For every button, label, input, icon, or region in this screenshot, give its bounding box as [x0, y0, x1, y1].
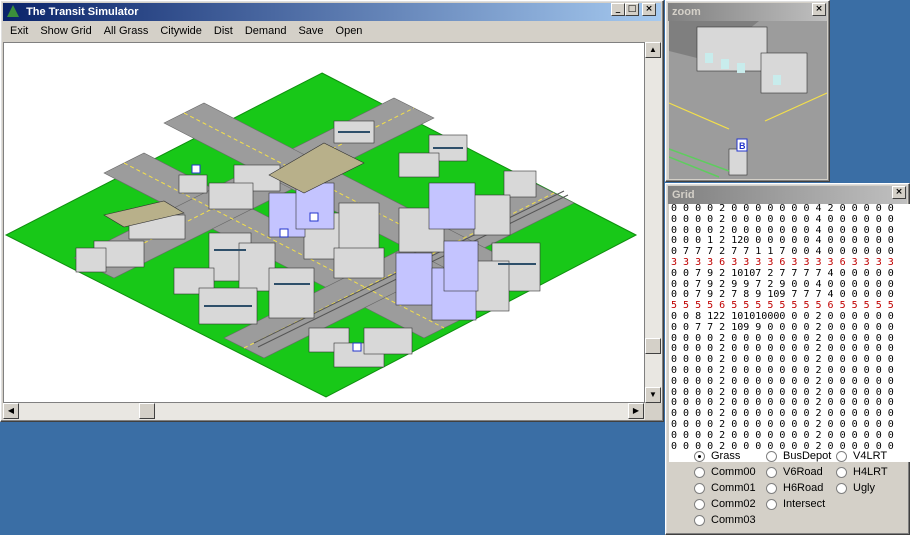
- grid-title-bar[interactable]: Grid: [668, 186, 907, 204]
- radio-h6road[interactable]: H6Road: [766, 482, 823, 494]
- maximize-button[interactable]: □: [625, 3, 639, 16]
- radio-button-icon[interactable]: [836, 450, 847, 462]
- radio-label: V6Road: [783, 466, 823, 478]
- radio-button-icon[interactable]: [694, 498, 705, 510]
- horizontal-scrollbar[interactable]: ◀ ▶: [3, 403, 645, 420]
- menu-all-grass[interactable]: All Grass: [98, 22, 155, 41]
- menu-save[interactable]: Save: [292, 22, 329, 41]
- radio-grass[interactable]: Grass: [694, 450, 740, 462]
- menu-open[interactable]: Open: [330, 22, 369, 41]
- radio-label: Comm03: [711, 514, 756, 526]
- app-icon: [7, 5, 19, 17]
- radio-label: H4LRT: [853, 466, 888, 478]
- tile-type-radio-group: Grass Comm00 Comm01 Comm02 Comm03 BusDep…: [666, 448, 910, 534]
- radio-comm02[interactable]: Comm02: [694, 498, 756, 510]
- radio-comm03[interactable]: Comm03: [694, 514, 756, 526]
- grid-window: Grid × 0 0 0 0 2 0 0 0 0 0 0 0 4 2 0 0 0…: [665, 183, 910, 535]
- zoom-map[interactable]: B: [669, 21, 827, 179]
- window-title: The Transit Simulator: [26, 6, 139, 18]
- isometric-city-map[interactable]: [4, 43, 644, 402]
- menu-exit[interactable]: Exit: [4, 22, 34, 41]
- radio-button-icon[interactable]: [694, 450, 705, 462]
- grid-row: 0 0 0 0 2 0 0 0 0 0 0 0 4 0 0 0 0 0 0: [671, 213, 894, 225]
- radio-button-icon[interactable]: [766, 466, 777, 478]
- zoom-title: zoom: [672, 6, 701, 18]
- zoom-close-button[interactable]: ×: [812, 3, 826, 16]
- menu-bar: Exit Show Grid All Grass Citywide Dist D…: [4, 22, 660, 41]
- grid-row: 0 0 7 7 2 109 9 0 0 0 0 2 0 0 0 0 0 0: [671, 321, 894, 333]
- radio-label: Comm01: [711, 482, 756, 494]
- zoom-title-bar[interactable]: zoom: [668, 3, 827, 21]
- scrollbar-corner: [645, 403, 662, 420]
- radio-button-icon[interactable]: [694, 466, 705, 478]
- scroll-up-icon[interactable]: ▲: [645, 42, 661, 58]
- minimize-button[interactable]: _: [611, 3, 625, 16]
- menu-demand[interactable]: Demand: [239, 22, 293, 41]
- radio-button-icon[interactable]: [766, 450, 777, 462]
- radio-comm01[interactable]: Comm01: [694, 482, 756, 494]
- scroll-left-icon[interactable]: ◀: [3, 403, 19, 419]
- radio-label: Comm02: [711, 498, 756, 510]
- zoom-view[interactable]: B: [669, 21, 827, 179]
- radio-button-icon[interactable]: [694, 514, 705, 526]
- radio-intersect[interactable]: Intersect: [766, 498, 825, 510]
- close-button[interactable]: ×: [642, 3, 656, 16]
- main-title-bar[interactable]: The Transit Simulator: [3, 3, 661, 21]
- radio-button-icon[interactable]: [766, 482, 777, 494]
- grid-row: 0 0 7 9 2 10107 2 7 7 7 7 4 0 0 0 0 0: [671, 267, 894, 279]
- radio-button-icon[interactable]: [766, 498, 777, 510]
- radio-button-icon[interactable]: [836, 466, 847, 478]
- radio-busdepot[interactable]: BusDepot: [766, 450, 831, 462]
- grid-row: 0 0 0 0 2 0 0 0 0 0 0 0 2 0 0 0 0 0 0: [671, 429, 894, 441]
- svg-text:B: B: [739, 141, 746, 151]
- zoom-window: zoom × B: [665, 0, 830, 182]
- scroll-down-icon[interactable]: ▼: [645, 387, 661, 403]
- grid-values: 0 0 0 0 2 0 0 0 0 0 0 0 4 2 0 0 0 0 0 0 …: [669, 204, 910, 462]
- city-map-canvas[interactable]: [3, 42, 645, 403]
- grid-row: 0 0 0 0 2 0 0 0 0 0 0 0 2 0 0 0 0 0 0: [671, 375, 894, 387]
- radio-h4lrt[interactable]: H4LRT: [836, 466, 888, 478]
- menu-citywide[interactable]: Citywide: [154, 22, 208, 41]
- horizontal-scroll-thumb[interactable]: [139, 403, 155, 419]
- menu-dist[interactable]: Dist: [208, 22, 239, 41]
- radio-button-icon[interactable]: [836, 482, 847, 494]
- radio-v6road[interactable]: V6Road: [766, 466, 823, 478]
- radio-label: Grass: [711, 450, 741, 462]
- radio-label: H6Road: [783, 482, 824, 494]
- radio-label: V4LRT: [853, 450, 888, 462]
- grid-close-button[interactable]: ×: [892, 186, 906, 199]
- vertical-scroll-thumb[interactable]: [645, 338, 661, 354]
- radio-label: Intersect: [783, 498, 826, 510]
- vertical-scrollbar[interactable]: ▲ ▼: [645, 42, 662, 403]
- radio-v4lrt[interactable]: V4LRT: [836, 450, 887, 462]
- grid-title: Grid: [672, 189, 695, 201]
- main-window: The Transit Simulator _ □ × Exit Show Gr…: [0, 0, 664, 422]
- radio-button-icon[interactable]: [694, 482, 705, 494]
- radio-comm00[interactable]: Comm00: [694, 466, 756, 478]
- radio-label: Comm00: [711, 466, 756, 478]
- radio-ugly[interactable]: Ugly: [836, 482, 875, 494]
- menu-show-grid[interactable]: Show Grid: [34, 22, 97, 41]
- scroll-right-icon[interactable]: ▶: [628, 403, 644, 419]
- radio-label: BusDepot: [783, 450, 832, 462]
- radio-label: Ugly: [853, 482, 876, 494]
